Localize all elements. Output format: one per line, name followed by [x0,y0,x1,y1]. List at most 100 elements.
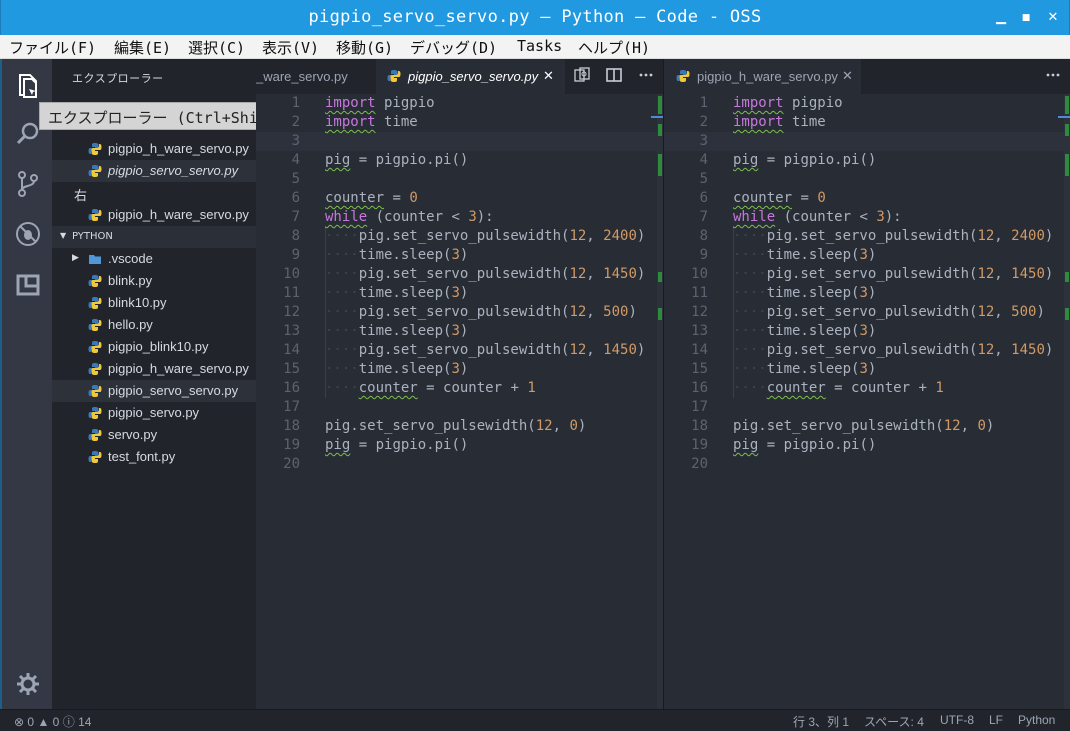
line-number: 8 [699,228,708,244]
line-number: 16 [283,380,300,396]
folder-section-python[interactable]: ▼ PYTHON [52,226,256,248]
code-line[interactable]: ····time.sleep(3) [325,322,468,341]
more-icon[interactable] [637,66,655,84]
tab-pigpio-h-ware-servo-right[interactable]: pigpio_h_ware_servo.py ✕ [664,59,861,94]
code-line[interactable]: pig = pigpio.pi() [325,151,468,170]
code-line[interactable]: counter = 0 [733,189,826,208]
file-item[interactable]: servo.py [52,424,256,446]
code-line[interactable]: import time [733,113,826,132]
minimize-button[interactable]: ▁ [991,9,1011,27]
code-line[interactable]: ····time.sleep(3) [325,360,468,379]
line-number: 4 [291,152,300,168]
code-line[interactable]: ····counter = counter + 1 [733,379,944,398]
file-item[interactable]: pigpio_servo.py [52,402,256,424]
code-line[interactable]: ····pig.set_servo_pulsewidth(12, 2400) [733,227,1053,246]
left-code-editor[interactable]: 1 import pigpio 2 import time 3 4 pig = pigpio… [256,94,663,709]
menu-go[interactable]: 移動(G) [336,37,393,58]
settings-gear-icon[interactable] [12,668,44,700]
python-file-icon [88,362,102,376]
file-item[interactable]: hello.py [52,314,256,336]
menu-selection[interactable]: 選択(C) [188,37,245,58]
ruler-marker [658,308,662,320]
tab-pigpio-servo-servo[interactable]: pigpio_servo_servo.py ✕ [376,59,565,94]
ruler-cursor-marker [1058,116,1070,118]
open-editor-item[interactable]: pigpio_h_ware_servo.py [52,138,256,160]
language-mode[interactable]: Python [1018,713,1055,727]
encoding-setting[interactable]: UTF-8 [940,713,974,727]
line-number: 3 [291,133,300,149]
code-line[interactable]: pig = pigpio.pi() [325,436,468,455]
code-line[interactable]: ····pig.set_servo_pulsewidth(12, 1450) [733,341,1053,360]
ruler-marker [658,124,662,136]
menu-tasks[interactable]: Tasks [517,37,562,55]
code-line[interactable]: ····counter = counter + 1 [325,379,536,398]
line-number: 9 [699,247,708,263]
cursor-position[interactable]: 行 3、列 1 [793,713,849,730]
problems-indicator[interactable]: ⊗ 0 ▲ 0 ⓘ 14 [14,713,91,730]
code-line[interactable]: ····pig.set_servo_pulsewidth(12, 2400) [325,227,645,246]
code-line[interactable]: ····time.sleep(3) [733,246,876,265]
close-window-button[interactable]: ✕ [1043,9,1063,27]
source-control-icon[interactable] [12,168,44,200]
code-line[interactable]: import pigpio [733,94,843,113]
menu-debug[interactable]: デバッグ(D) [410,37,497,58]
line-number: 5 [699,171,708,187]
code-line[interactable]: counter = 0 [325,189,418,208]
code-line[interactable]: ····time.sleep(3) [733,322,876,341]
code-line[interactable]: ····pig.set_servo_pulsewidth(12, 1450) [733,265,1053,284]
line-number: 18 [691,418,708,434]
ruler-marker [658,272,662,282]
code-line[interactable]: ····pig.set_servo_pulsewidth(12, 500) [733,303,1045,322]
code-line[interactable]: pig.set_servo_pulsewidth(12, 0) [325,417,586,436]
overview-ruler[interactable] [1064,94,1070,709]
open-changes-icon[interactable] [573,66,591,84]
python-file-icon [676,69,690,83]
open-editor-item[interactable]: pigpio_servo_servo.py [52,160,256,182]
folder-item[interactable]: ▶ .vscode [52,248,256,270]
file-item[interactable]: pigpio_servo_servo.py [52,380,256,402]
files-icon[interactable] [12,69,44,101]
menu-file[interactable]: ファイル(F) [9,37,96,58]
right-code-editor[interactable]: 1 import pigpio 2 import time 3 4 pig = pigpio… [664,94,1070,709]
code-line[interactable]: pig = pigpio.pi() [733,151,876,170]
open-editor-item[interactable]: pigpio_h_ware_servo.py [52,204,256,226]
ruler-marker [658,154,662,176]
code-line[interactable]: ····time.sleep(3) [325,246,468,265]
indentation-setting[interactable]: スペース: 4 [864,713,924,730]
file-item[interactable]: test_font.py [52,446,256,468]
eol-setting[interactable]: LF [989,713,1003,727]
file-item[interactable]: pigpio_blink10.py [52,336,256,358]
menu-edit[interactable]: 編集(E) [114,37,171,58]
tab-pigpio-h-ware-servo-left[interactable]: _ware_servo.py [256,59,376,94]
menu-view[interactable]: 表示(V) [262,37,319,58]
code-line[interactable]: import time [325,113,418,132]
menu-help[interactable]: ヘルプ(H) [578,37,650,58]
current-line-highlight [256,132,663,151]
code-line[interactable]: ····time.sleep(3) [733,360,876,379]
line-number: 11 [691,285,708,301]
python-file-icon [387,69,401,83]
close-tab-icon[interactable]: ✕ [842,68,853,84]
code-line[interactable]: ····time.sleep(3) [325,284,468,303]
maximize-button[interactable]: ■ [1016,9,1036,27]
activity-bar [0,59,52,709]
file-item[interactable]: blink.py [52,270,256,292]
code-line[interactable]: ····pig.set_servo_pulsewidth(12, 1450) [325,341,645,360]
code-line[interactable]: pig = pigpio.pi() [733,436,876,455]
window-titlebar: pigpio_servo_servo.py — Python — Code - … [0,0,1070,35]
code-line[interactable]: ····time.sleep(3) [733,284,876,303]
debug-icon[interactable] [12,218,44,250]
code-line[interactable]: import pigpio [325,94,435,113]
code-line[interactable]: ····pig.set_servo_pulsewidth(12, 500) [325,303,637,322]
file-label: servo.py [108,427,158,442]
code-line[interactable]: while (counter < 3): [325,208,494,227]
more-icon[interactable] [1044,66,1062,84]
file-item[interactable]: blink10.py [52,292,256,314]
close-tab-icon[interactable]: ✕ [543,68,554,84]
split-editor-icon[interactable] [605,66,623,84]
extensions-icon[interactable] [12,268,44,300]
file-item[interactable]: pigpio_h_ware_servo.py [52,358,256,380]
code-line[interactable]: ····pig.set_servo_pulsewidth(12, 1450) [325,265,645,284]
code-line[interactable]: pig.set_servo_pulsewidth(12, 0) [733,417,994,436]
code-line[interactable]: while (counter < 3): [733,208,902,227]
